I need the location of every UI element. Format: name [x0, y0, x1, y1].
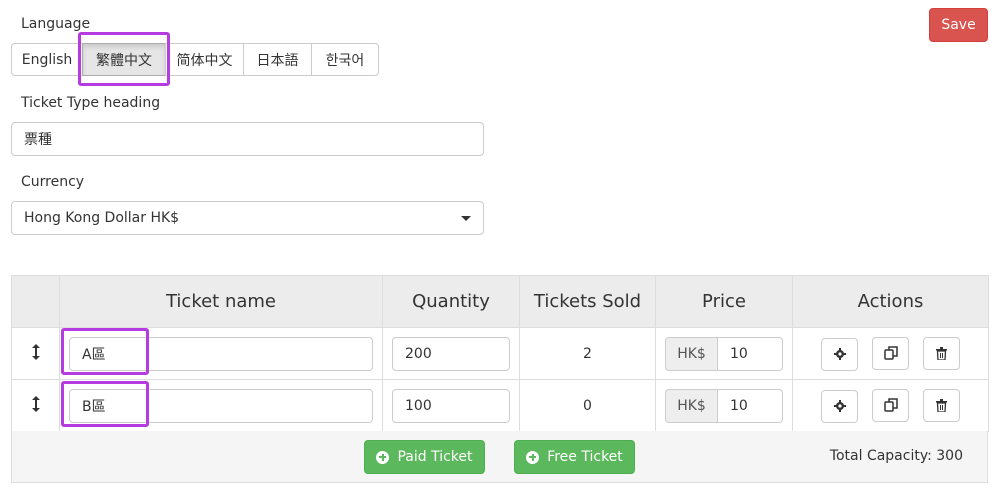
- ticket-name-input[interactable]: A區: [69, 336, 373, 371]
- currency-addon: HK$: [665, 388, 718, 423]
- quantity-input[interactable]: 200: [392, 336, 510, 371]
- save-button[interactable]: Save: [929, 8, 988, 42]
- currency-select[interactable]: Hong Kong Dollar HK$: [11, 201, 484, 235]
- ticket-name-input[interactable]: B區: [69, 388, 373, 423]
- header-actions: Actions: [792, 275, 989, 328]
- trash-icon: [936, 347, 947, 360]
- price-input[interactable]: 10: [718, 388, 783, 423]
- delete-button[interactable]: [923, 337, 960, 370]
- header-ticket-name: Ticket name: [59, 275, 383, 328]
- tickets-sold-value: 0: [519, 379, 656, 432]
- copy-icon: [883, 346, 898, 360]
- lang-simplified-chinese[interactable]: 简体中文: [165, 43, 244, 76]
- copy-icon: [883, 398, 898, 412]
- currency-value: Hong Kong Dollar HK$: [24, 210, 180, 226]
- lang-english[interactable]: English: [11, 43, 83, 76]
- trash-icon: [936, 399, 947, 412]
- settings-button[interactable]: [821, 389, 858, 423]
- language-selector: English 繁體中文 简体中文 日本語 한국어: [11, 43, 379, 76]
- language-label: Language: [21, 16, 91, 32]
- add-paid-ticket-button[interactable]: Paid Ticket: [364, 440, 485, 474]
- drag-handle[interactable]: [11, 379, 60, 432]
- plus-circle-icon: [376, 450, 390, 464]
- lang-korean[interactable]: 한국어: [311, 43, 379, 76]
- quantity-input[interactable]: 100: [392, 388, 510, 423]
- drag-handle[interactable]: [11, 327, 60, 380]
- price-input[interactable]: 10: [718, 336, 783, 371]
- tickets-table: Ticket name Quantity Tickets Sold Price …: [11, 275, 989, 432]
- free-ticket-label: Free Ticket: [547, 449, 623, 465]
- total-capacity: Total Capacity: 300: [829, 448, 963, 464]
- currency-addon: HK$: [665, 336, 718, 371]
- table-row: B區 100 0 HK$ 10: [11, 379, 989, 432]
- caret-down-icon: [461, 216, 471, 221]
- header-tickets-sold: Tickets Sold: [519, 275, 656, 328]
- sort-icon: [31, 395, 40, 412]
- copy-button[interactable]: [872, 388, 909, 422]
- paid-ticket-label: Paid Ticket: [397, 449, 473, 465]
- heading-label: Ticket Type heading: [21, 95, 161, 111]
- lang-traditional-chinese[interactable]: 繁體中文: [82, 43, 166, 76]
- currency-label: Currency: [21, 174, 85, 190]
- lang-japanese[interactable]: 日本語: [243, 43, 312, 76]
- header-quantity: Quantity: [382, 275, 520, 328]
- add-free-ticket-button[interactable]: Free Ticket: [514, 440, 635, 474]
- copy-button[interactable]: [872, 336, 909, 370]
- table-header-row: Ticket name Quantity Tickets Sold Price …: [11, 275, 989, 328]
- price-input-group: HK$ 10: [665, 336, 783, 371]
- gear-icon: [833, 348, 846, 360]
- header-price: Price: [655, 275, 793, 328]
- price-input-group: HK$ 10: [665, 388, 783, 423]
- gear-icon: [833, 400, 846, 412]
- delete-button[interactable]: [923, 389, 960, 422]
- tickets-sold-value: 2: [519, 327, 656, 380]
- header-drag: [11, 275, 60, 328]
- table-row: A區 200 2 HK$ 10: [11, 327, 989, 380]
- plus-circle-icon: [526, 450, 540, 464]
- table-footer: Paid Ticket Free Ticket Total Capacity: …: [11, 431, 988, 483]
- heading-input[interactable]: 票種: [11, 122, 484, 156]
- settings-button[interactable]: [821, 337, 858, 371]
- sort-icon: [31, 343, 40, 360]
